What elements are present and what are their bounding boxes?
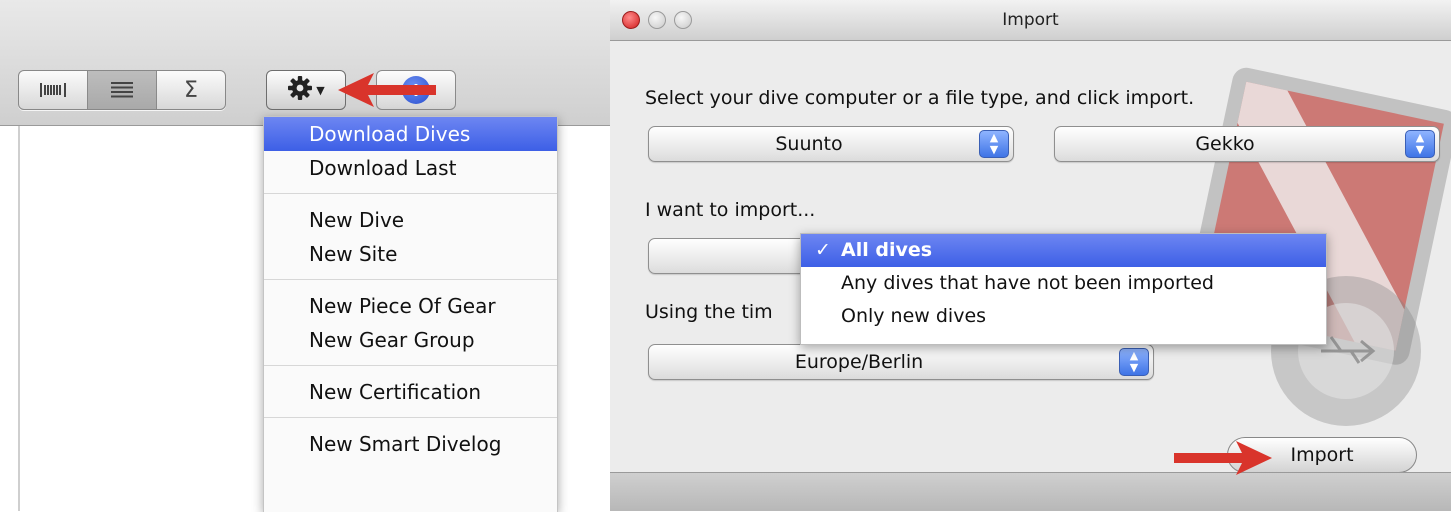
import-prompt: Select your dive computer or a file type…: [645, 87, 1195, 109]
dropdown-item-label: Only new dives: [841, 305, 987, 327]
chevron-updown-icon: ▲ ▼: [979, 130, 1009, 158]
list-view-icon[interactable]: [88, 71, 157, 109]
manufacturer-select[interactable]: Suunto ▲ ▼: [648, 126, 1014, 162]
view-mode-segmented-control: Σ: [18, 70, 226, 110]
menu-item-download-last[interactable]: Download Last: [264, 151, 557, 185]
summary-view-icon[interactable]: Σ: [157, 71, 225, 109]
timezone-value: Europe/Berlin: [794, 351, 924, 373]
dropdown-item-label: Any dives that have not been imported: [841, 272, 1214, 294]
menu-item-new-gear-group[interactable]: New Gear Group: [264, 323, 557, 357]
menu-separator: [264, 417, 557, 418]
dropdown-item-label: All dives: [841, 239, 933, 261]
manufacturer-value: Suunto: [775, 133, 843, 155]
menu-item-new-piece-of-gear[interactable]: New Piece Of Gear: [264, 289, 557, 323]
action-menu: Download Dives Download Last New Dive Ne…: [263, 116, 558, 512]
menu-separator: [264, 365, 557, 366]
checkmark-icon: ✓: [815, 239, 831, 261]
menu-item-new-dive[interactable]: New Dive: [264, 203, 557, 237]
dropdown-item-not-imported[interactable]: Any dives that have not been imported: [801, 267, 1326, 300]
menu-item-new-certification[interactable]: New Certification: [264, 375, 557, 409]
menu-item-new-smart-divelog[interactable]: New Smart Divelog: [264, 427, 557, 461]
annotation-arrow-left: [338, 73, 436, 107]
menu-item-download-dives[interactable]: Download Dives: [264, 117, 557, 151]
chevron-updown-icon: ▲ ▼: [1119, 348, 1149, 376]
annotation-arrow-right: [1174, 441, 1272, 475]
menu-separator: [264, 193, 557, 194]
menu-item-new-site[interactable]: New Site: [264, 237, 557, 271]
model-value: Gekko: [1195, 133, 1255, 155]
model-select[interactable]: Gekko ▲ ▼: [1054, 126, 1440, 162]
dropdown-item-only-new[interactable]: Only new dives: [801, 300, 1326, 333]
import-mode-dropdown: ✓ All dives Any dives that have not been…: [800, 233, 1327, 345]
menu-separator: [264, 279, 557, 280]
timezone-select[interactable]: Europe/Berlin ▲ ▼: [648, 344, 1154, 380]
gear-icon: [287, 75, 313, 105]
timezone-label: Using the tim: [645, 301, 773, 323]
chevron-down-icon: ▼: [316, 83, 325, 97]
window-footer: [610, 472, 1451, 511]
import-mode-label: I want to import...: [645, 199, 816, 221]
action-menu-button[interactable]: ▼: [266, 70, 346, 110]
window-titlebar: Import: [610, 0, 1451, 41]
chevron-updown-icon: ▲ ▼: [1405, 130, 1435, 158]
window-title: Import: [1002, 10, 1059, 30]
dropdown-item-all-dives[interactable]: ✓ All dives: [801, 234, 1326, 267]
barcode-view-icon[interactable]: [19, 71, 88, 109]
